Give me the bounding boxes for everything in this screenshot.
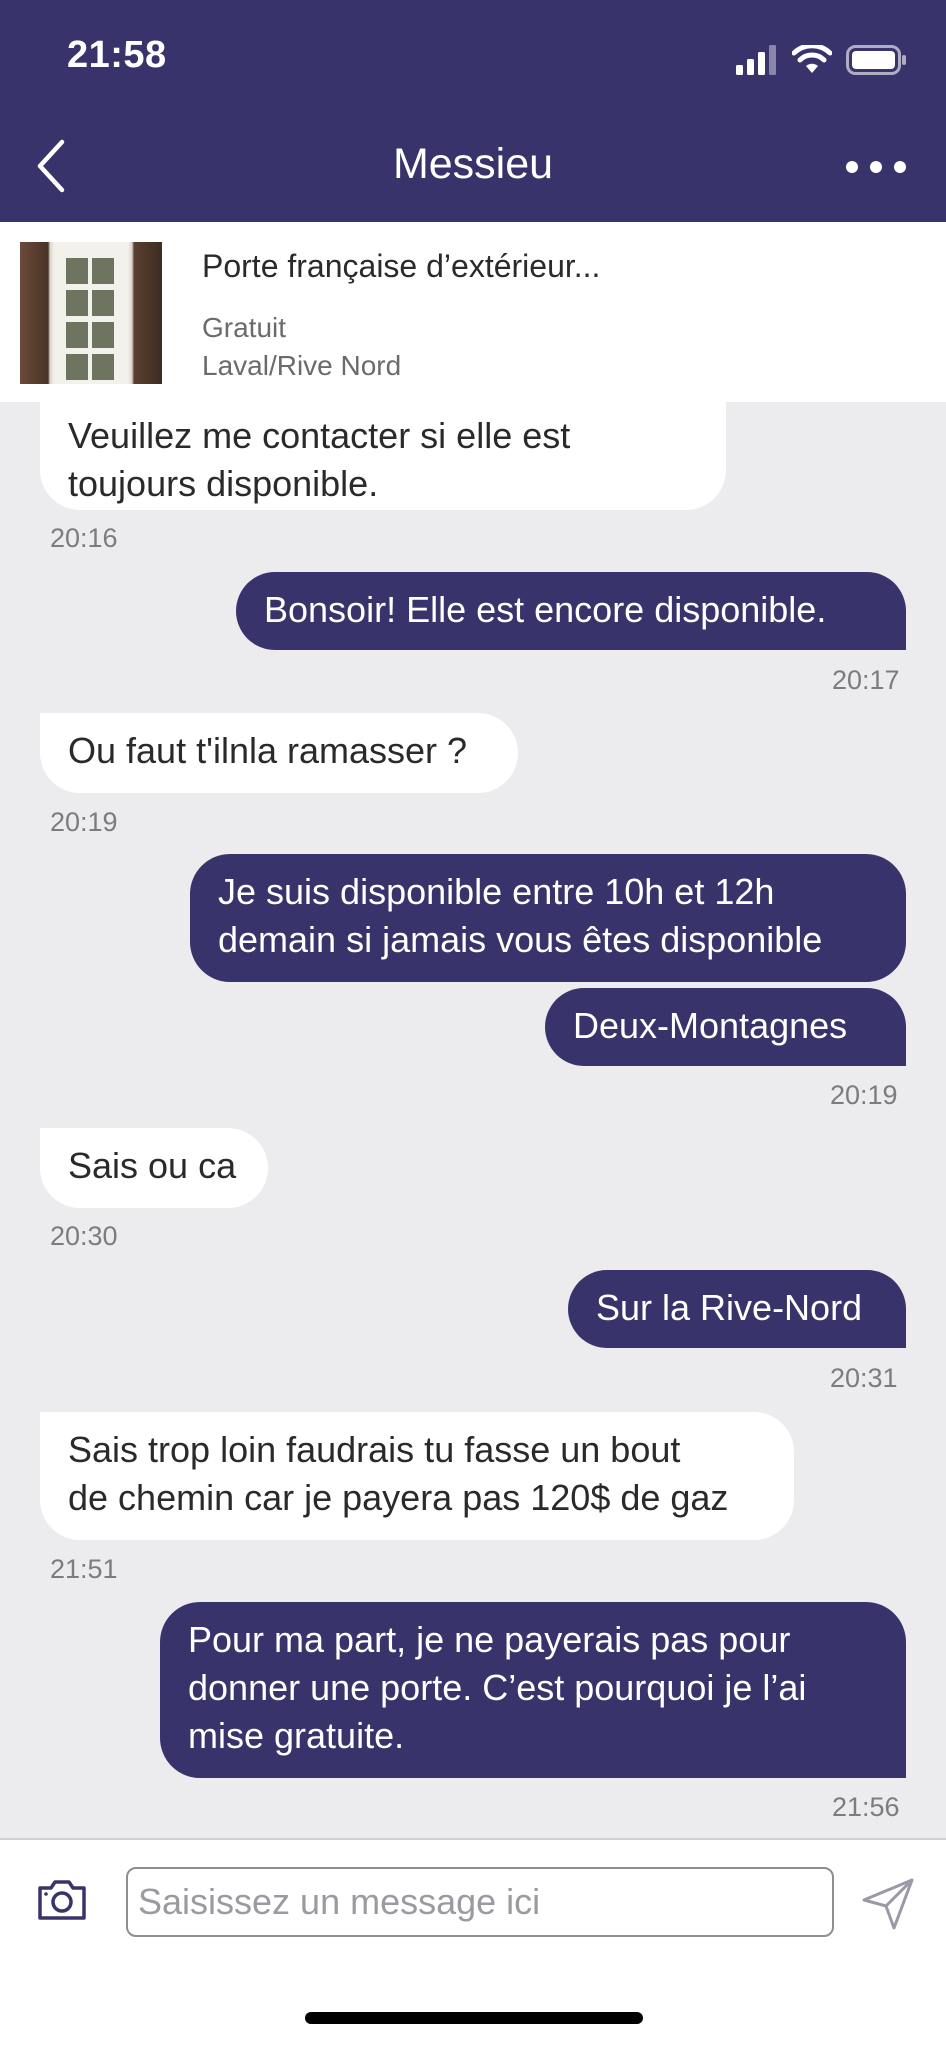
message-timestamp: 20:19 (50, 807, 118, 837)
send-button[interactable] (860, 1876, 916, 1932)
message-timestamp: 21:51 (50, 1554, 118, 1584)
cellular-signal-icon (736, 45, 776, 75)
message-timestamp: 20:17 (832, 665, 900, 695)
outgoing-message: Bonsoir! Elle est encore disponible. (236, 572, 906, 650)
more-dot-icon (894, 161, 906, 173)
message-line: donner une porte. C’est pourquoi je l’ai (188, 1667, 807, 1708)
app-header: 21:58 Messieu (0, 0, 946, 222)
message-line: mise gratuite. (188, 1715, 405, 1756)
incoming-message: Sais trop loin faudrais tu fasse un bout… (40, 1412, 794, 1540)
listing-title[interactable]: Porte française d’extérieur... (202, 248, 600, 285)
listing-price: Gratuit (202, 312, 287, 343)
message-line: Sais ou ca (68, 1145, 237, 1186)
message-timestamp: 21:56 (832, 1792, 900, 1822)
battery-icon (846, 45, 906, 75)
message-composer (0, 1838, 946, 1964)
message-line: Sur la Rive-Nord (596, 1287, 863, 1328)
status-icons (736, 40, 908, 80)
message-line: Sais trop loin faudrais tu fasse un bout (68, 1429, 681, 1470)
more-dot-icon (870, 161, 882, 173)
message-timestamp: 20:30 (50, 1221, 118, 1251)
message-line: Ou faut t'ilnla ramasser ? (68, 730, 468, 771)
listing-thumbnail[interactable] (20, 242, 162, 384)
incoming-message: Sais ou ca (40, 1128, 268, 1208)
outgoing-message: Je suis disponible entre 10h et 12h dema… (190, 854, 906, 982)
home-indicator[interactable] (305, 2012, 643, 2024)
outgoing-message: Pour ma part, je ne payerais pas pour do… (160, 1602, 906, 1778)
message-list[interactable]: Veuillez me contacter si elle est toujou… (0, 402, 946, 1838)
message-line: toujours disponible. (68, 463, 379, 504)
send-icon (862, 1878, 914, 1930)
message-line: Je suis disponible entre 10h et 12h (218, 871, 775, 912)
wifi-icon (792, 45, 832, 73)
incoming-message: Veuillez me contacter si elle est toujou… (40, 402, 726, 510)
home-area (0, 1962, 946, 2048)
more-options-button[interactable] (846, 152, 906, 182)
more-dot-icon (846, 161, 858, 173)
message-line: de chemin car je payera pas 120$ de gaz (68, 1477, 729, 1518)
status-time: 21:58 (67, 34, 167, 76)
message-line: demain si jamais vous êtes disponible (218, 919, 823, 960)
message-line: Bonsoir! Elle est encore disponible. (264, 589, 827, 630)
message-input[interactable] (126, 1867, 834, 1937)
message-line: Pour ma part, je ne payerais pas pour (188, 1619, 791, 1660)
message-timestamp: 20:16 (50, 523, 118, 553)
camera-button[interactable] (36, 1878, 88, 1922)
incoming-message: Ou faut t'ilnla ramasser ? (40, 713, 518, 793)
outgoing-message: Sur la Rive-Nord (568, 1270, 906, 1348)
outgoing-message: Deux-Montagnes (545, 988, 906, 1066)
listing-location: Laval/Rive Nord (202, 350, 402, 381)
message-timestamp: 20:31 (830, 1363, 898, 1393)
message-timestamp: 20:19 (830, 1080, 898, 1110)
camera-icon (38, 1880, 86, 1920)
message-line: Veuillez me contacter si elle est (68, 415, 571, 456)
message-line: Deux-Montagnes (573, 1005, 848, 1046)
conversation-title: Messieu (392, 140, 554, 188)
